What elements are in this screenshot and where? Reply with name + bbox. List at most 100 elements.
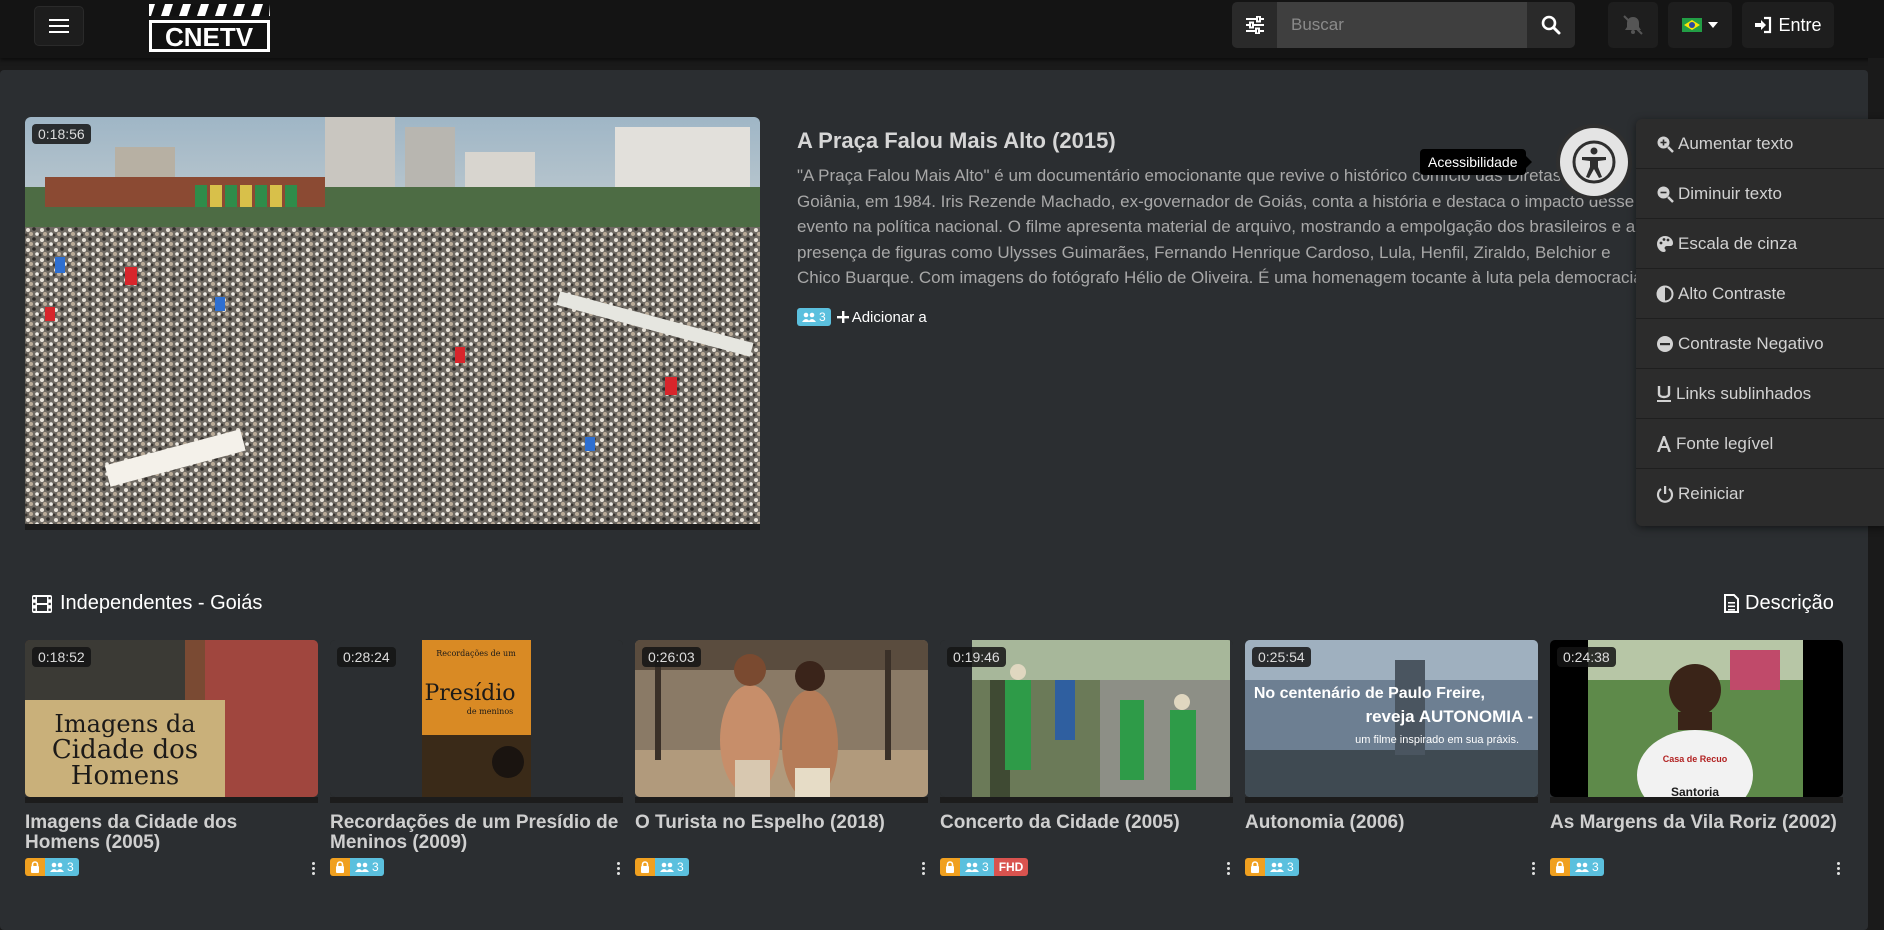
card-options-button[interactable] [1833,858,1843,878]
bell-slash-icon [1623,15,1643,35]
video-card[interactable]: 0:19:46 Concerto da Cidade (2005) 3 FHD [940,640,1233,876]
zoom-in-icon [1657,136,1674,153]
power-icon [1656,486,1674,503]
thumb-text: No centenário de Paulo Freire, [1254,685,1485,702]
thumb-text: um filme inspirado em sua práxis. [1355,734,1519,746]
video-card[interactable]: 0:26:03 O Turista no Espelho (2018) 3 [635,640,928,876]
acc-negative-contrast[interactable]: Contraste Negativo [1636,319,1884,369]
thumb-text: Homens [71,761,179,791]
search-icon [1541,15,1561,35]
acc-high-contrast[interactable]: Alto Contraste [1636,269,1884,319]
kebab-icon [921,861,925,865]
lock-icon [336,861,344,873]
card-duration: 0:19:46 [947,647,1006,667]
views-badge: 3 [350,858,384,876]
card-title[interactable]: O Turista no Espelho (2018) [635,813,928,853]
accessibility-toggle-button[interactable] [1556,124,1632,200]
thumb-text: Recordações de um [436,649,516,658]
card-badges: 3 [1550,858,1604,876]
lock-icon [946,861,954,873]
accessibility-menu: Aumentar texto Diminuir texto Escala de … [1636,119,1884,526]
card-badges: 3 FHD [940,858,1029,876]
card-progress-bar [1550,797,1843,803]
acc-increase-text[interactable]: Aumentar texto [1636,119,1884,169]
video-card[interactable]: No centenário de Paulo Freire, reveja AU… [1245,640,1538,876]
search-input[interactable] [1277,2,1527,48]
section-description-link[interactable]: Descrição [1724,592,1834,615]
lock-icon [1556,861,1564,873]
thumb-text: Santoria [1671,785,1719,797]
card-thumbnail[interactable]: 0:19:46 [940,640,1233,797]
language-selector[interactable] [1668,2,1732,48]
card-duration: 0:18:52 [32,647,91,667]
featured-title[interactable]: A Praça Falou Mais Alto (2015) [797,128,1116,154]
section-title[interactable]: Independentes - Goiás [32,592,262,615]
users-icon [965,862,979,872]
kebab-icon [1836,861,1840,865]
card-duration: 0:24:38 [1557,647,1616,667]
login-label: Entre [1778,14,1822,35]
card-thumbnail[interactable]: Imagens da Cidade dos Homens 0:18:52 [25,640,318,797]
video-card[interactable]: Recordações de um Presídio de meninos 0:… [330,640,623,876]
featured-description: "A Praça Falou Mais Alto" é um documentá… [797,166,1648,295]
card-progress-bar [1245,797,1538,803]
cnetv-logo[interactable]: CNETV [147,0,272,55]
card-options-button[interactable] [1223,858,1233,878]
thumb-text: de meninos [467,707,514,716]
acc-decrease-text[interactable]: Diminuir texto [1636,169,1884,219]
card-thumbnail[interactable]: No centenário de Paulo Freire, reveja AU… [1245,640,1538,797]
card-options-button[interactable] [308,858,318,878]
views-badge: 3 [655,858,689,876]
acc-underline-links[interactable]: Links sublinhados [1636,369,1884,419]
video-card[interactable]: Casa de Recuo Santoria 0:24:38 As Margen… [1550,640,1843,876]
hamburger-menu-button[interactable] [34,6,84,46]
views-badge: 3 [1570,858,1604,876]
card-duration: 0:25:54 [1252,647,1311,667]
card-thumbnail[interactable]: 0:26:03 [635,640,928,797]
views-badge: 3 [1265,858,1299,876]
card-progress-bar [940,797,1233,803]
acc-readable-font[interactable]: Fonte legível [1636,419,1884,469]
fhd-badge: FHD [993,858,1029,876]
thumb-text: Imagens da [54,710,195,738]
views-count: 3 [819,310,826,324]
thumb-text: Casa de Recuo [1663,754,1728,764]
lock-badge [330,858,350,876]
add-to-playlist-button[interactable]: Adicionar a [836,309,927,326]
card-thumbnail[interactable]: Recordações de um Presídio de meninos 0:… [330,640,623,797]
notifications-button[interactable] [1608,2,1658,48]
card-title[interactable]: Autonomia (2006) [1245,813,1538,853]
card-options-button[interactable] [918,858,928,878]
login-button[interactable]: Entre [1742,2,1834,48]
featured-badges: 3 Adicionar a [797,308,927,326]
users-icon [1575,862,1589,872]
users-icon [355,862,369,872]
card-title[interactable]: As Margens da Vila Roriz (2002) [1550,813,1843,853]
acc-grayscale[interactable]: Escala de cinza [1636,219,1884,269]
minus-circle-icon [1657,335,1673,352]
filter-button[interactable] [1232,2,1277,48]
card-progress-bar [25,797,318,803]
video-card[interactable]: Imagens da Cidade dos Homens 0:18:52 Ima… [25,640,318,876]
top-navbar: CNETV Entre [0,0,1884,58]
search-button[interactable] [1527,2,1575,48]
adjust-icon [1656,285,1674,302]
card-options-button[interactable] [1528,858,1538,878]
font-icon [1657,435,1671,452]
card-thumbnail[interactable]: Casa de Recuo Santoria 0:24:38 [1550,640,1843,797]
views-badge: 3 [797,308,831,326]
views-badge: 3 [45,858,79,876]
featured-duration: 0:18:56 [32,124,91,144]
card-title[interactable]: Recordações de um Presídio de Meninos (2… [330,813,623,853]
card-title[interactable]: Imagens da Cidade dos Homens (2005) [25,813,318,853]
sliders-icon [1245,16,1264,34]
kebab-icon [1226,861,1230,865]
card-title[interactable]: Concerto da Cidade (2005) [940,813,1233,853]
acc-reset[interactable]: Reiniciar [1636,469,1884,519]
featured-video-thumbnail[interactable]: 0:18:56 [25,117,760,529]
card-badges: 3 [25,858,79,876]
users-icon [802,312,816,322]
lock-badge [635,858,655,876]
card-options-button[interactable] [613,858,623,878]
card-duration: 0:26:03 [642,647,701,667]
